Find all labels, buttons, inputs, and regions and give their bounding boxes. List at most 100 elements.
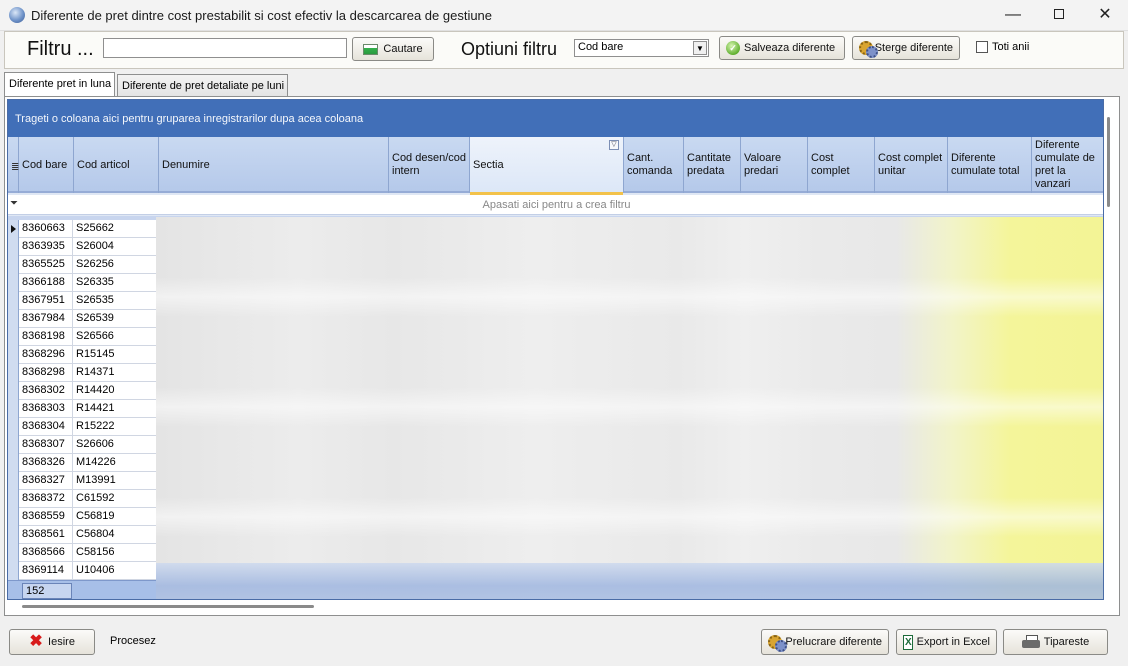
column-header-cost-complet-unitar[interactable]: Cost complet unitar <box>875 137 948 193</box>
minimize-button[interactable]: — <box>990 0 1036 31</box>
column-header-diferente-cumulate-vanzari[interactable]: Diferente cumulate de pret la vanzari <box>1032 137 1103 193</box>
cell-cod-bare[interactable]: 8368372 <box>19 490 73 507</box>
cell-cod-articol[interactable]: C56804 <box>73 526 156 543</box>
delete-differences-label: Sterge diferente <box>874 42 953 54</box>
cell-cod-articol[interactable]: S26004 <box>73 238 156 255</box>
cell-cod-articol[interactable]: C61592 <box>73 490 156 507</box>
tab-monthly-differences[interactable]: Diferente pret in luna <box>4 72 115 97</box>
cell-cod-articol[interactable]: R14421 <box>73 400 156 417</box>
delete-differences-button[interactable]: Sterge diferente <box>852 36 960 60</box>
cell-cod-articol[interactable]: S26606 <box>73 436 156 453</box>
search-button[interactable]: Cautare <box>352 37 434 61</box>
table-row[interactable]: 8368304 R15222 <box>19 418 156 436</box>
close-button[interactable]: ✕ <box>1082 0 1128 31</box>
table-row[interactable]: 8363935 S26004 <box>19 238 156 256</box>
exit-button[interactable]: ✖ Iesire <box>9 629 95 655</box>
cell-cod-bare[interactable]: 8368304 <box>19 418 73 435</box>
filter-options-select[interactable]: Cod bare ▼ <box>574 39 709 57</box>
cell-cod-articol[interactable]: S26256 <box>73 256 156 273</box>
tab-detailed-differences[interactable]: Diferente de pret detaliate pe luni <box>117 74 288 97</box>
cell-cod-bare[interactable]: 8367951 <box>19 292 73 309</box>
blur-band <box>156 497 1103 537</box>
cell-cod-articol[interactable]: R15222 <box>73 418 156 435</box>
table-row[interactable]: 8360663 S25662 <box>19 220 156 238</box>
column-header-cant-comanda[interactable]: Cant. comanda <box>624 137 684 193</box>
cell-cod-articol[interactable]: S26566 <box>73 328 156 345</box>
column-header-cod-bare[interactable]: Cod bare <box>19 137 74 193</box>
cell-cod-bare[interactable]: 8363935 <box>19 238 73 255</box>
table-row[interactable]: 8368302 R14420 <box>19 382 156 400</box>
filter-row-hint: Apasati aici pentru a crea filtru <box>482 199 631 211</box>
cell-cod-bare[interactable]: 8360663 <box>19 220 73 237</box>
filter-row[interactable]: ⏷ Apasati aici pentru a crea filtru <box>8 195 1103 215</box>
cell-cod-articol[interactable]: C58156 <box>73 544 156 561</box>
cell-cod-articol[interactable]: S26539 <box>73 310 156 327</box>
gears-icon <box>859 41 878 58</box>
cell-cod-articol[interactable]: M14226 <box>73 454 156 471</box>
cell-cod-articol[interactable]: S25662 <box>73 220 156 237</box>
vertical-scrollbar[interactable] <box>1107 117 1110 207</box>
table-row[interactable]: 8366188 S26335 <box>19 274 156 292</box>
column-header-cantitate-predata[interactable]: Cantitate predata <box>684 137 741 193</box>
column-header-cost-complet[interactable]: Cost complet <box>808 137 875 193</box>
cell-cod-bare[interactable]: 8368327 <box>19 472 73 489</box>
table-row[interactable]: 8365525 S26256 <box>19 256 156 274</box>
filter-input[interactable] <box>103 38 347 58</box>
table-row[interactable]: 8368559 C56819 <box>19 508 156 526</box>
column-filter-icon[interactable]: ▽ <box>609 140 619 150</box>
export-excel-button[interactable]: Export in Excel <box>896 629 997 655</box>
column-header-valoare-predari[interactable]: Valoare predari <box>741 137 808 193</box>
cell-cod-articol[interactable]: M13991 <box>73 472 156 489</box>
maximize-button[interactable] <box>1036 0 1082 31</box>
table-row[interactable]: 8367951 S26535 <box>19 292 156 310</box>
table-row[interactable]: 8368566 C58156 <box>19 544 156 562</box>
cell-cod-bare[interactable]: 8368307 <box>19 436 73 453</box>
cell-cod-articol[interactable]: S26535 <box>73 292 156 309</box>
column-chooser[interactable]: ≣ <box>8 137 19 193</box>
cell-cod-bare[interactable]: 8369114 <box>19 562 73 579</box>
column-header-cod-desen[interactable]: Cod desen/cod intern <box>389 137 470 193</box>
cell-cod-bare[interactable]: 8368326 <box>19 454 73 471</box>
table-row[interactable]: 8368298 R14371 <box>19 364 156 382</box>
cell-cod-articol[interactable]: S26335 <box>73 274 156 291</box>
table-row[interactable]: 8368303 R14421 <box>19 400 156 418</box>
cell-cod-bare[interactable]: 8365525 <box>19 256 73 273</box>
table-row[interactable]: 8368372 C61592 <box>19 490 156 508</box>
red-x-icon: ✖ <box>29 633 43 650</box>
column-header-cod-articol[interactable]: Cod articol <box>74 137 159 193</box>
save-differences-button[interactable]: ✓ Salveaza diferente <box>719 36 845 60</box>
table-row[interactable]: 8368561 C56804 <box>19 526 156 544</box>
cell-cod-bare[interactable]: 8367984 <box>19 310 73 327</box>
record-count: 152 <box>22 583 72 599</box>
cell-cod-bare[interactable]: 8368198 <box>19 328 73 345</box>
horizontal-scrollbar[interactable] <box>22 605 314 608</box>
cell-cod-bare[interactable]: 8366188 <box>19 274 73 291</box>
cell-cod-bare[interactable]: 8368561 <box>19 526 73 543</box>
cell-cod-articol[interactable]: C56819 <box>73 508 156 525</box>
cell-cod-articol[interactable]: R14371 <box>73 364 156 381</box>
check-circle-icon: ✓ <box>726 41 740 55</box>
cell-cod-articol[interactable]: R14420 <box>73 382 156 399</box>
column-header-diferente-cumulate-total[interactable]: Diferente cumulate total <box>948 137 1032 193</box>
cell-cod-bare[interactable]: 8368298 <box>19 364 73 381</box>
cell-cod-bare[interactable]: 8368296 <box>19 346 73 363</box>
cell-cod-bare[interactable]: 8368302 <box>19 382 73 399</box>
chevron-down-icon[interactable]: ▼ <box>693 41 707 55</box>
process-differences-button[interactable]: Prelucrare diferente <box>761 629 889 655</box>
cell-cod-bare[interactable]: 8368566 <box>19 544 73 561</box>
table-row[interactable]: 8368327 M13991 <box>19 472 156 490</box>
table-row[interactable]: 8367984 S26539 <box>19 310 156 328</box>
cell-cod-articol[interactable]: R15145 <box>73 346 156 363</box>
cell-cod-articol[interactable]: U10406 <box>73 562 156 579</box>
table-row[interactable]: 8368296 R15145 <box>19 346 156 364</box>
all-years-checkbox[interactable] <box>976 41 988 53</box>
table-row[interactable]: 8368307 S26606 <box>19 436 156 454</box>
table-row[interactable]: 8369114 U10406 <box>19 562 156 580</box>
group-by-panel[interactable]: Trageti o coloana aici pentru gruparea i… <box>8 100 1103 137</box>
table-row[interactable]: 8368198 S26566 <box>19 328 156 346</box>
table-row[interactable]: 8368326 M14226 <box>19 454 156 472</box>
cell-cod-bare[interactable]: 8368559 <box>19 508 73 525</box>
print-button[interactable]: Tipareste <box>1003 629 1108 655</box>
column-header-denumire[interactable]: Denumire <box>159 137 389 193</box>
cell-cod-bare[interactable]: 8368303 <box>19 400 73 417</box>
